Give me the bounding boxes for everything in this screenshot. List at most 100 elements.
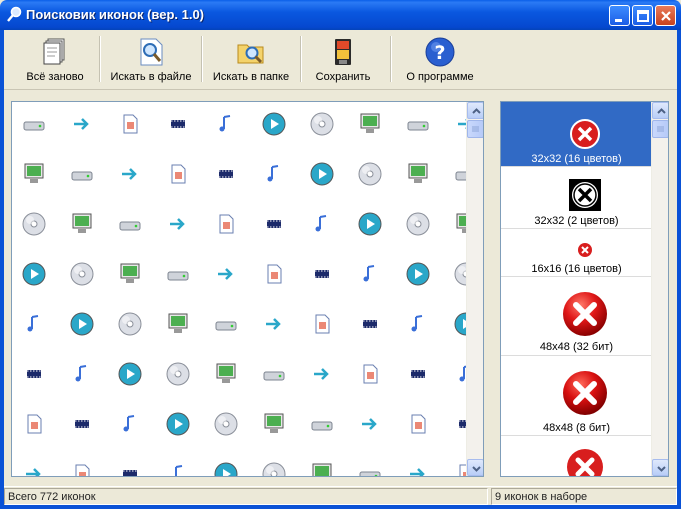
close-button[interactable]: [655, 5, 676, 26]
grid-icon[interactable]: [356, 160, 384, 188]
grid-icon[interactable]: [404, 460, 432, 476]
grid-icon[interactable]: [212, 360, 240, 388]
grid-icon[interactable]: [116, 160, 144, 188]
grid-icon[interactable]: [356, 110, 384, 138]
grid-icon[interactable]: [20, 160, 48, 188]
grid-icon[interactable]: [68, 160, 96, 188]
grid-icon[interactable]: [116, 110, 144, 138]
grid-icon[interactable]: [308, 360, 336, 388]
icon-set-scrollbar[interactable]: [651, 102, 668, 476]
grid-icon[interactable]: [164, 360, 192, 388]
grid-icon[interactable]: [164, 410, 192, 438]
grid-icon[interactable]: [308, 260, 336, 288]
grid-icon[interactable]: [68, 260, 96, 288]
grid-icon[interactable]: [164, 310, 192, 338]
grid-icon[interactable]: [260, 260, 288, 288]
icon-set-item-partial[interactable]: [501, 437, 652, 476]
grid-icon[interactable]: [68, 210, 96, 238]
grid-icon[interactable]: [308, 410, 336, 438]
scroll-thumb[interactable]: [467, 120, 483, 138]
grid-icon[interactable]: [164, 210, 192, 238]
grid-icon[interactable]: [68, 410, 96, 438]
grid-icon[interactable]: [68, 110, 96, 138]
scroll-thumb[interactable]: [652, 120, 668, 138]
grid-icon[interactable]: [116, 260, 144, 288]
grid-icon[interactable]: [20, 210, 48, 238]
maximize-button[interactable]: [632, 5, 653, 26]
grid-icon[interactable]: [20, 410, 48, 438]
grid-icon[interactable]: [260, 160, 288, 188]
grid-icon[interactable]: [404, 410, 432, 438]
grid-icon[interactable]: [260, 210, 288, 238]
grid-icon[interactable]: [212, 460, 240, 476]
grid-icon[interactable]: [308, 210, 336, 238]
title-bar[interactable]: Поисковик иконок (вер. 1.0): [0, 0, 681, 30]
grid-icon[interactable]: [356, 310, 384, 338]
toolbar-button-new[interactable]: Всё заново: [16, 34, 94, 86]
grid-icon[interactable]: [116, 360, 144, 388]
minimize-button[interactable]: [609, 5, 630, 26]
grid-icon[interactable]: [116, 410, 144, 438]
scroll-up-button[interactable]: [467, 102, 483, 119]
grid-icon[interactable]: [164, 260, 192, 288]
grid-icon[interactable]: [260, 460, 288, 476]
scroll-down-button[interactable]: [467, 459, 483, 476]
grid-icon[interactable]: [260, 110, 288, 138]
grid-icon[interactable]: [356, 210, 384, 238]
icon-set-panel[interactable]: 32x32 (16 цветов) 32x32 (2 цветов) 16x16…: [500, 101, 669, 477]
toolbar-button-save[interactable]: Сохранить: [307, 34, 379, 86]
icon-set-item[interactable]: 32x32 (2 цветов): [501, 168, 652, 229]
error-x-mono-icon: [569, 179, 601, 211]
grid-icon[interactable]: [20, 360, 48, 388]
grid-icon[interactable]: [260, 360, 288, 388]
grid-icon[interactable]: [308, 110, 336, 138]
grid-icon[interactable]: [164, 460, 192, 476]
grid-icon[interactable]: [260, 310, 288, 338]
grid-icon[interactable]: [212, 310, 240, 338]
grid-icon[interactable]: [404, 110, 432, 138]
grid-icon[interactable]: [164, 160, 192, 188]
grid-icon[interactable]: [212, 110, 240, 138]
grid-icon[interactable]: [404, 310, 432, 338]
grid-icon[interactable]: [20, 110, 48, 138]
grid-icon[interactable]: [308, 460, 336, 476]
icon-set-item[interactable]: 32x32 (16 цветов): [501, 102, 652, 167]
grid-icon[interactable]: [212, 260, 240, 288]
icon-grid-panel[interactable]: [11, 101, 484, 477]
grid-icon[interactable]: [356, 360, 384, 388]
grid-icon[interactable]: [212, 160, 240, 188]
grid-icon[interactable]: [68, 310, 96, 338]
toolbar-button-search-folder[interactable]: Искать в папке: [206, 34, 296, 86]
grid-icon[interactable]: [20, 310, 48, 338]
grid-icon[interactable]: [212, 210, 240, 238]
grid-icon[interactable]: [116, 310, 144, 338]
icon-set-item[interactable]: 16x16 (16 цветов): [501, 230, 652, 277]
grid-icon[interactable]: [404, 160, 432, 188]
toolbar-button-about[interactable]: ? О программе: [398, 34, 482, 86]
grip-icon: [472, 126, 479, 132]
icon-set-item[interactable]: 48x48 (8 бит): [501, 357, 652, 436]
toolbar-button-search-file[interactable]: Искать в файле: [105, 34, 197, 86]
grid-icon[interactable]: [308, 160, 336, 188]
grid-icon[interactable]: [356, 260, 384, 288]
grid-icon[interactable]: [404, 360, 432, 388]
grid-icon[interactable]: [356, 410, 384, 438]
icon-grid-scrollbar[interactable]: [466, 102, 483, 476]
grid-icon[interactable]: [164, 110, 192, 138]
grid-icon[interactable]: [20, 460, 48, 476]
grid-icon[interactable]: [260, 410, 288, 438]
grid-icon[interactable]: [116, 460, 144, 476]
grid-icon[interactable]: [404, 260, 432, 288]
grid-icon[interactable]: [308, 310, 336, 338]
grid-icon[interactable]: [68, 460, 96, 476]
icon-set-item[interactable]: 48x48 (32 бит): [501, 278, 652, 356]
grid-icon[interactable]: [356, 460, 384, 476]
grid-icon[interactable]: [20, 260, 48, 288]
grid-icon[interactable]: [68, 360, 96, 388]
scroll-up-button[interactable]: [652, 102, 668, 119]
grid-icon[interactable]: [116, 210, 144, 238]
error-x-large-icon: [563, 292, 607, 336]
grid-icon[interactable]: [212, 410, 240, 438]
grid-icon[interactable]: [404, 210, 432, 238]
scroll-down-button[interactable]: [652, 459, 668, 476]
